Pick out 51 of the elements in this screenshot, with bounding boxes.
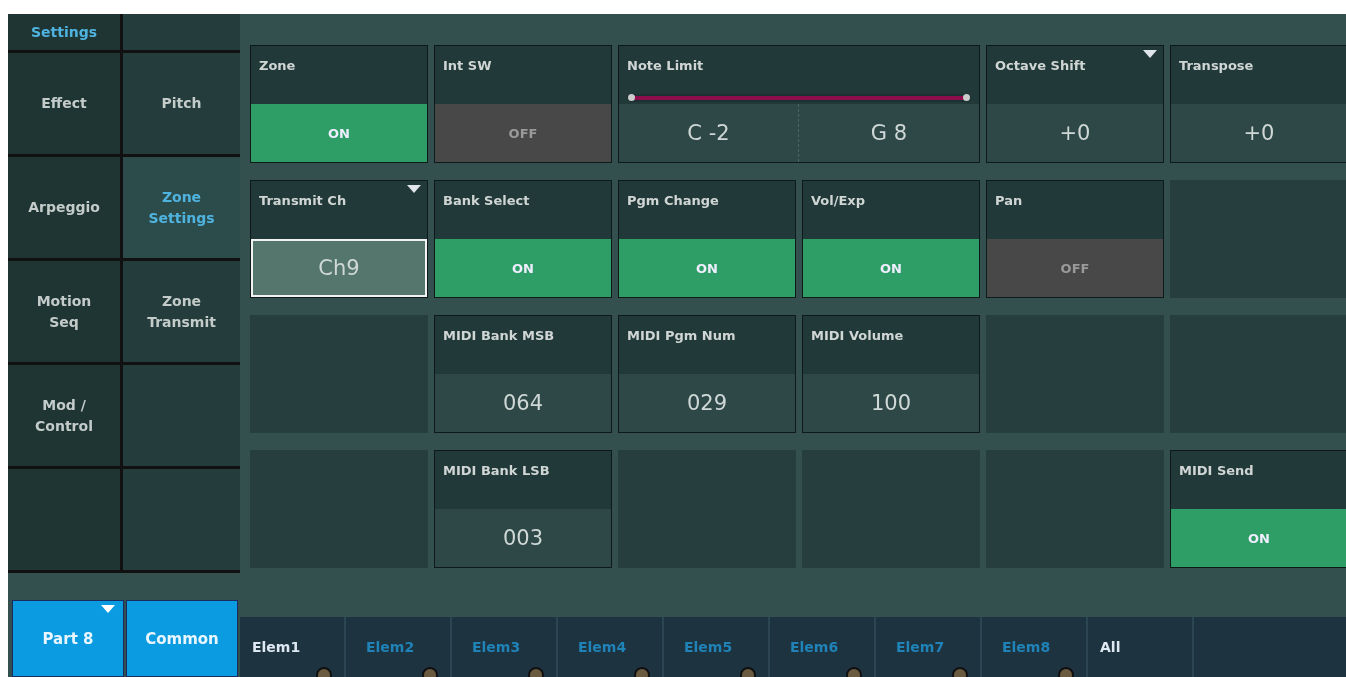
toggle-button[interactable]: ON [1171,509,1346,567]
value-field[interactable]: 003 [435,509,611,567]
value-field[interactable]: Ch9 [251,239,427,297]
nav-tab[interactable]: Motion Seq [8,261,120,362]
parameter-label: MIDI Pgm Num [619,316,795,374]
toggle-button[interactable]: OFF [987,239,1163,297]
toggle-button[interactable]: OFF [435,104,611,162]
value-field[interactable]: 100 [803,374,979,432]
part-tab[interactable]: Common [126,600,238,677]
range-fill[interactable] [631,96,967,100]
nav-tab[interactable]: Zone Transmit [123,261,240,362]
element-tab[interactable]: Elem1 [240,617,346,677]
element-tab[interactable]: Elem8 [982,617,1088,677]
element-tab[interactable]: Elem4 [558,617,664,677]
nav-tab[interactable]: Pitch [123,53,240,154]
element-tab[interactable]: Elem6 [770,617,876,677]
value-field[interactable]: G 8 [799,104,979,162]
parameter-label: MIDI Volume [803,316,979,374]
parameter-label: Zone [251,46,427,104]
value-field[interactable]: +0 [1171,104,1346,162]
nav-tab[interactable]: Zone Settings [123,157,240,258]
parameter-label: Octave Shift [987,46,1163,104]
element-tab[interactable]: Elem5 [664,617,770,677]
element-tab[interactable]: All [1088,617,1194,677]
parameter-label: Transmit Ch [251,181,427,239]
parameter-label: Bank Select [435,181,611,239]
nav-tab[interactable]: Settings [8,14,120,50]
nav-tab[interactable]: Effect [8,53,120,154]
toggle-button[interactable]: ON [251,104,427,162]
element-tab[interactable]: Elem3 [452,617,558,677]
parameter-label: MIDI Send [1171,451,1346,509]
parameter-label: Note Limit [619,46,979,104]
parameter-label: Transpose [1171,46,1346,104]
parameter-label: Pgm Change [619,181,795,239]
nav-tab[interactable]: Arpeggio [8,157,120,258]
toggle-button[interactable]: ON [619,239,795,297]
value-field[interactable]: +0 [987,104,1163,162]
parameter-label: Int SW [435,46,611,104]
part-tab[interactable]: Part 8 [12,600,124,677]
nav-tab[interactable]: Mod / Control [8,365,120,466]
parameter-label: Pan [987,181,1163,239]
element-tab[interactable]: Elem7 [876,617,982,677]
element-tab[interactable]: Elem2 [346,617,452,677]
parameter-label: MIDI Bank LSB [435,451,611,509]
value-field[interactable]: 064 [435,374,611,432]
parameter-label: Vol/Exp [803,181,979,239]
value-field[interactable]: C -2 [619,104,799,162]
toggle-button[interactable]: ON [435,239,611,297]
value-field[interactable]: 029 [619,374,795,432]
parameter-label: MIDI Bank MSB [435,316,611,374]
toggle-button[interactable]: ON [803,239,979,297]
